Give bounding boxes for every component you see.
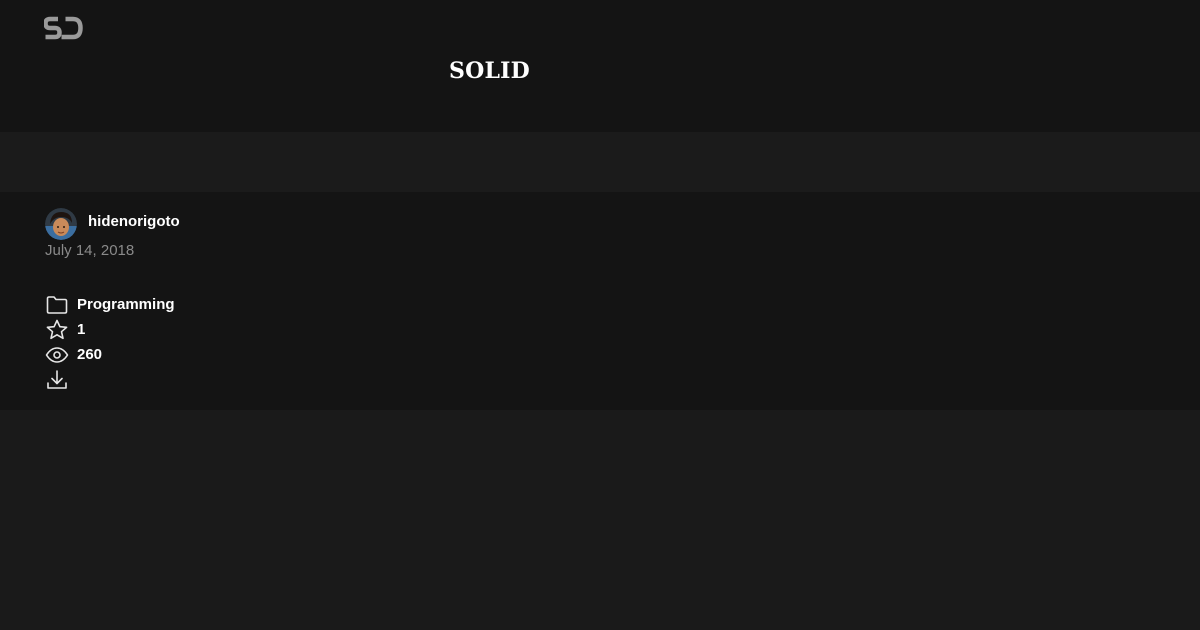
site-header: SOLID: [0, 0, 1200, 132]
stars-count: 1: [77, 321, 86, 338]
category-link[interactable]: Programming: [45, 293, 175, 317]
download-icon: [45, 368, 69, 392]
content-band: [0, 132, 1200, 192]
deck-meta-panel: [0, 192, 1200, 410]
folder-icon: [45, 293, 69, 317]
views-stat: 260: [45, 343, 102, 367]
download-button[interactable]: [45, 368, 69, 392]
views-count: 260: [77, 346, 103, 363]
author-name-link[interactable]: hidenorigoto: [88, 212, 180, 232]
category-label: Programming: [77, 296, 175, 313]
deck-title: SOLID: [449, 58, 530, 84]
eye-icon: [45, 343, 69, 367]
star-icon: [45, 318, 69, 342]
speakerdeck-logo-icon[interactable]: [43, 16, 84, 40]
published-date: July 14, 2018: [45, 242, 135, 259]
stars-stat: 1: [45, 318, 85, 342]
author-avatar[interactable]: [45, 208, 77, 240]
